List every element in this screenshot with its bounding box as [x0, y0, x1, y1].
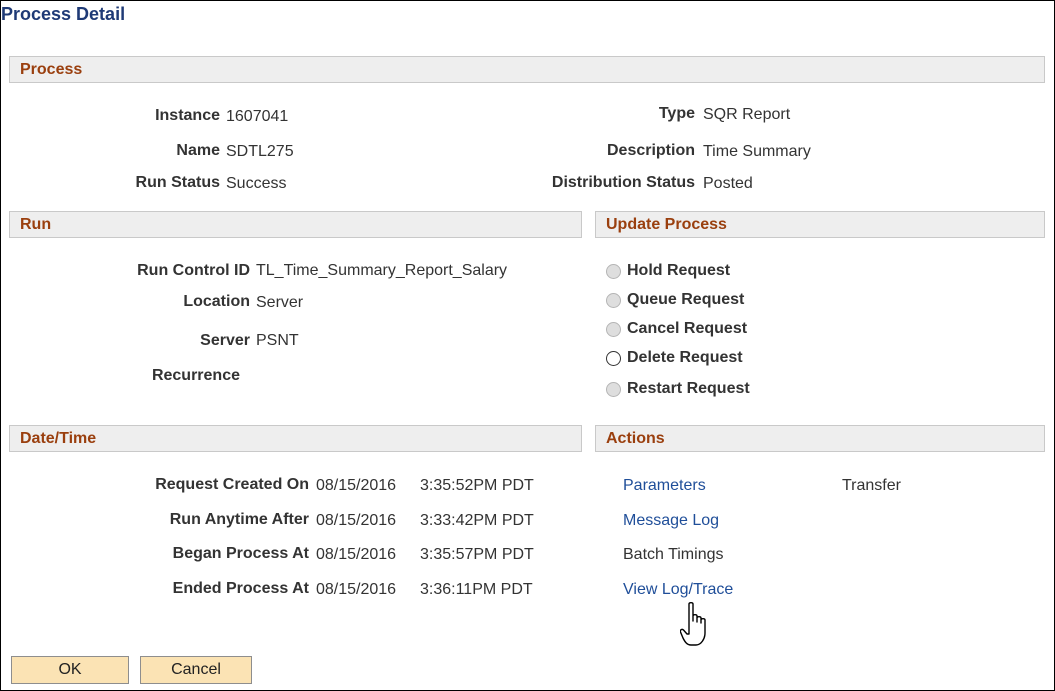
description-label: Description [606, 142, 695, 159]
radio-button-disabled [606, 321, 621, 337]
server-label: Server [200, 332, 250, 349]
distribution-status-value: Posted [703, 175, 753, 192]
instance-label: Instance [155, 107, 220, 124]
section-header-update-process: Update Process [595, 211, 1045, 238]
recurrence-label: Recurrence [151, 367, 240, 384]
request-created-on-label: Request Created On [155, 476, 309, 493]
request-created-on-time: 3:35:52PM PDT [420, 477, 534, 494]
batch-timings-text: Batch Timings [623, 546, 724, 563]
restart-request-option: Restart Request [606, 378, 750, 400]
restart-request-label: Restart Request [627, 380, 750, 397]
began-process-at-time: 3:35:57PM PDT [420, 546, 534, 563]
delete-request-option[interactable]: Delete Request [606, 347, 743, 369]
instance-value: 1607041 [226, 108, 289, 125]
run-status-value: Success [226, 175, 287, 192]
description-value: Time Summary [703, 143, 811, 160]
ok-button[interactable]: OK [11, 656, 129, 684]
view-log-trace-link[interactable]: View Log/Trace [623, 581, 733, 599]
radio-button-disabled [606, 292, 621, 308]
began-process-at-label: Began Process At [172, 545, 309, 562]
name-label: Name [176, 142, 220, 159]
message-log-link[interactable]: Message Log [623, 512, 719, 530]
ended-process-at-label: Ended Process At [172, 580, 309, 597]
section-header-run: Run [9, 211, 582, 238]
queue-request-option: Queue Request [606, 289, 744, 311]
ended-process-at-time: 3:36:11PM PDT [420, 581, 533, 598]
radio-button[interactable] [606, 350, 621, 366]
run-control-id-value: TL_Time_Summary_Report_Salary [256, 262, 508, 279]
section-header-process: Process [9, 56, 1045, 83]
began-process-at-date: 08/15/2016 [316, 546, 397, 563]
location-value: Server [256, 294, 304, 311]
cancel-button[interactable]: Cancel [140, 656, 252, 684]
queue-request-label: Queue Request [627, 291, 745, 308]
distribution-status-label: Distribution Status [551, 174, 695, 191]
parameters-link[interactable]: Parameters [623, 477, 706, 495]
section-header-datetime: Date/Time [9, 425, 582, 452]
run-control-id-label: Run Control ID [137, 262, 250, 279]
run-anytime-after-time: 3:33:42PM PDT [420, 512, 534, 529]
run-anytime-after-label: Run Anytime After [169, 511, 309, 528]
hand-pointer-icon [680, 602, 706, 646]
radio-button-disabled [606, 263, 621, 279]
type-value: SQR Report [703, 106, 791, 123]
delete-request-label[interactable]: Delete Request [627, 349, 743, 367]
request-created-on-date: 08/15/2016 [316, 477, 397, 494]
run-anytime-after-date: 08/15/2016 [316, 512, 397, 529]
cancel-request-label: Cancel Request [627, 320, 748, 337]
server-value: PSNT [256, 332, 299, 349]
hold-request-option: Hold Request [606, 260, 730, 282]
cancel-request-option: Cancel Request [606, 318, 747, 340]
location-label: Location [183, 293, 250, 310]
hold-request-label: Hold Request [627, 262, 731, 279]
name-value: SDTL275 [226, 143, 294, 160]
section-header-actions: Actions [595, 425, 1045, 452]
ended-process-at-date: 08/15/2016 [316, 581, 397, 598]
radio-button-disabled [606, 381, 621, 397]
type-label: Type [658, 105, 695, 122]
run-status-label: Run Status [135, 174, 220, 191]
page-title: Process Detail [1, 4, 126, 24]
transfer-text: Transfer [842, 477, 901, 494]
